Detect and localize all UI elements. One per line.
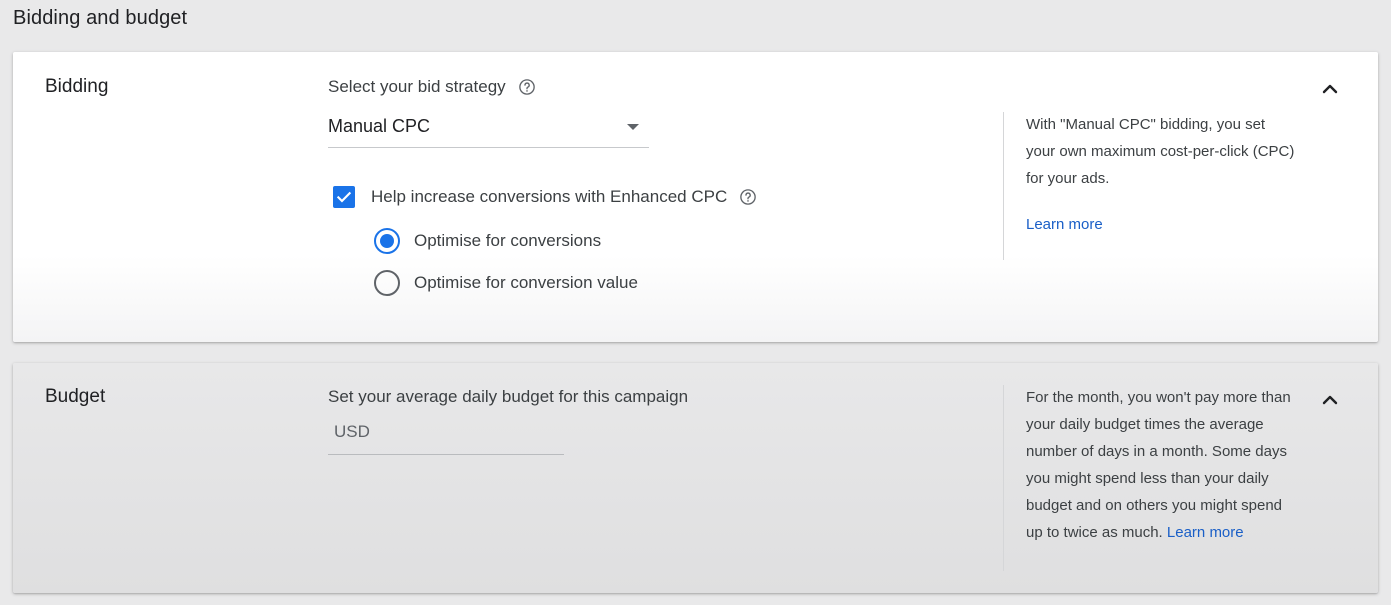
- bid-strategy-label: Select your bid strategy: [328, 77, 536, 97]
- bid-strategy-select[interactable]: Manual CPC: [328, 112, 649, 148]
- currency-label: USD: [334, 422, 370, 441]
- bidding-card: Bidding Select your bid strategy Manual …: [13, 52, 1378, 342]
- optimise-conversions-option[interactable]: Optimise for conversions: [374, 228, 601, 254]
- budget-learn-more-link[interactable]: Learn more: [1167, 524, 1244, 541]
- bid-strategy-value: Manual CPC: [328, 116, 431, 136]
- daily-budget-input[interactable]: USD: [328, 415, 564, 455]
- caret-down-icon: [627, 123, 639, 130]
- optimise-conversion-value-option[interactable]: Optimise for conversion value: [374, 270, 638, 296]
- chevron-up-icon[interactable]: [1318, 77, 1342, 101]
- bid-strategy-label-text: Select your bid strategy: [328, 77, 506, 96]
- budget-card: Budget Set your average daily budget for…: [13, 363, 1378, 593]
- page-title: Bidding and budget: [13, 7, 188, 29]
- enhanced-cpc-checkbox[interactable]: [333, 186, 355, 208]
- optimise-conversion-value-radio[interactable]: [374, 270, 400, 296]
- check-icon: [336, 191, 352, 203]
- help-icon[interactable]: [739, 188, 757, 206]
- budget-info-text: For the month, you won't pay more than y…: [1026, 384, 1296, 546]
- enhanced-cpc-label: Help increase conversions with Enhanced …: [371, 187, 728, 206]
- optimise-conversion-value-label: Optimise for conversion value: [414, 273, 638, 292]
- budget-section-label: Budget: [45, 386, 106, 407]
- optimise-conversions-radio[interactable]: [374, 228, 400, 254]
- divider: [1003, 112, 1004, 260]
- chevron-up-icon[interactable]: [1318, 388, 1342, 412]
- optimise-conversions-label: Optimise for conversions: [414, 231, 602, 250]
- divider: [1003, 385, 1004, 571]
- daily-budget-label: Set your average daily budget for this c…: [328, 387, 689, 406]
- budget-info-body: For the month, you won't pay more than y…: [1026, 389, 1291, 541]
- enhanced-cpc-row[interactable]: Help increase conversions with Enhanced …: [333, 186, 757, 208]
- bidding-section-label: Bidding: [45, 76, 109, 97]
- bidding-learn-more-link[interactable]: Learn more: [1026, 216, 1103, 233]
- help-icon[interactable]: [518, 78, 536, 96]
- bidding-info-text: With "Manual CPC" bidding, you set your …: [1026, 116, 1295, 187]
